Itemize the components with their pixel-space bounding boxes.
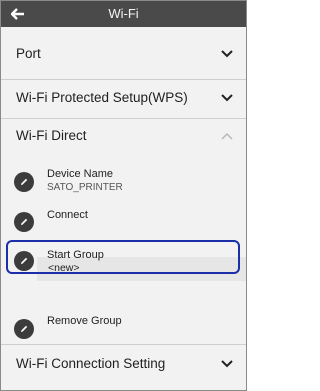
edit-icon[interactable]	[14, 212, 34, 232]
app-frame: Wi-Fi Port Wi-Fi Protected Setup(WPS) Wi…	[0, 0, 247, 391]
section-wps-label: Wi-Fi Protected Setup(WPS)	[16, 90, 188, 105]
connect-label[interactable]: Connect	[47, 209, 88, 221]
section-connection-setting[interactable]: Wi-Fi Connection Setting	[1, 345, 246, 385]
pencil-icon	[21, 325, 28, 332]
chevron-down-icon	[221, 360, 233, 368]
remove-group-label[interactable]: Remove Group	[47, 315, 122, 327]
section-port[interactable]: Port	[1, 27, 246, 79]
start-group-label[interactable]: Start Group	[47, 249, 104, 261]
section-wifi-direct-label: Wi-Fi Direct	[16, 128, 87, 143]
chevron-down-icon	[221, 50, 233, 58]
chevron-up-icon	[221, 132, 233, 140]
chevron-down-icon	[221, 94, 233, 102]
edit-icon[interactable]	[14, 319, 34, 339]
edit-icon[interactable]	[14, 172, 34, 192]
page-title: Wi-Fi	[108, 6, 139, 21]
section-connection-setting-label: Wi-Fi Connection Setting	[16, 356, 166, 371]
pencil-icon	[21, 178, 28, 185]
section-port-label: Port	[16, 46, 41, 61]
device-name-label: Device Name	[47, 168, 114, 180]
edit-icon[interactable]	[14, 251, 34, 271]
device-name-value: SATO_PRINTER	[47, 182, 123, 193]
pencil-icon	[21, 218, 28, 225]
title-bar: Wi-Fi	[1, 1, 246, 27]
section-wps[interactable]: Wi-Fi Protected Setup(WPS)	[1, 80, 246, 118]
pencil-icon	[21, 257, 28, 264]
start-group-highlight	[6, 240, 240, 274]
section-wifi-direct[interactable]: Wi-Fi Direct	[1, 119, 246, 155]
